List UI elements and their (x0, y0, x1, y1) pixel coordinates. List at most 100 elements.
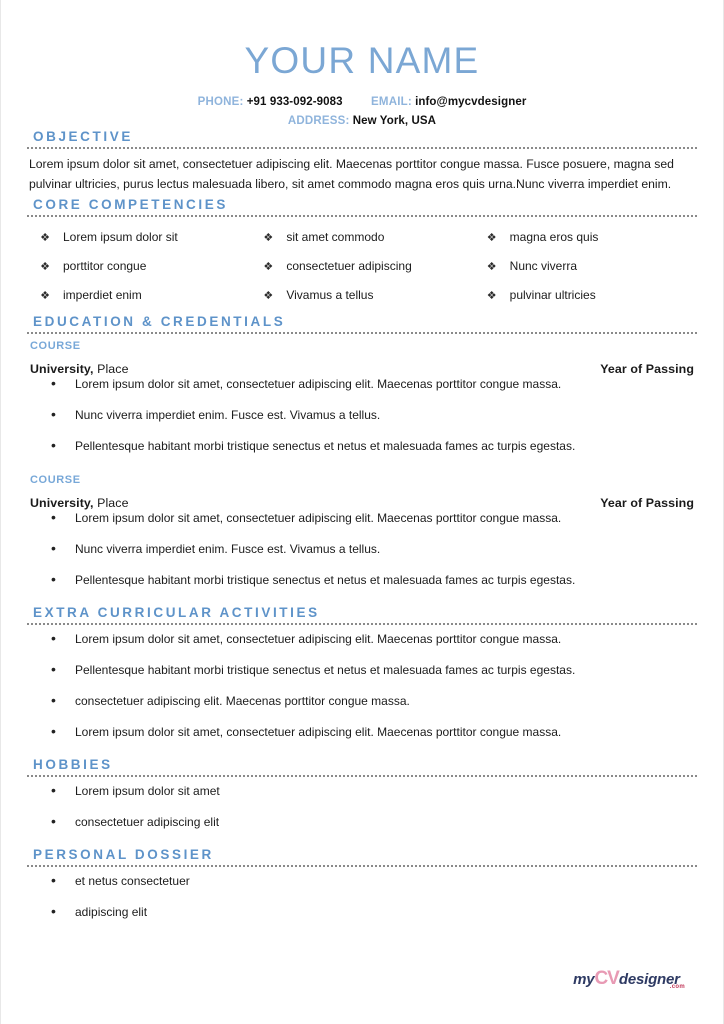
university-name: University, Place (30, 362, 129, 376)
section-divider (27, 864, 697, 867)
page-title: YOUR NAME (244, 40, 480, 81)
list-item: • Nunc viverra imperdiet enim. Fusce est.… (27, 407, 697, 438)
round-bullet-icon: • (51, 660, 56, 677)
list-item-label: Lorem ipsum dolor sit amet, consectetuer… (75, 724, 562, 739)
round-bullet-icon: • (51, 405, 56, 422)
round-bullet-icon: • (51, 508, 56, 525)
personal-dossier-bullet-list: • et netus consectetuer • adipiscing elit (27, 873, 697, 935)
diamond-bullet-icon: ❖ (486, 289, 497, 302)
round-bullet-icon: • (51, 902, 56, 919)
round-bullet-icon: • (51, 539, 56, 556)
section-divider (27, 331, 697, 334)
university-row: University, Place Year of Passing (30, 362, 694, 376)
competency-label: magna eros quis (509, 229, 599, 244)
round-bullet-icon: • (51, 812, 56, 829)
diamond-bullet-icon: ❖ (263, 289, 274, 302)
list-item: • Lorem ipsum dolor sit amet, consectetue… (27, 510, 697, 541)
competency-label: consectetuer adipiscing (286, 258, 412, 273)
round-bullet-icon: • (51, 629, 56, 646)
list-item: ❖ imperdiet enim (27, 281, 250, 310)
list-item: ❖ sit amet commodo (250, 223, 473, 252)
section-extra-curricular: EXTRA CURRICULAR ACTIVITIES • Lorem ipsum… (27, 605, 697, 755)
phone-value[interactable]: +91 933-092-9083 (247, 96, 343, 108)
list-item-label: adipiscing elit (75, 904, 148, 919)
education-bullet-list: • Lorem ipsum dolor sit amet, consectetue… (27, 510, 697, 603)
list-item: ❖ pulvinar ultricies (474, 281, 697, 310)
list-item-label: Lorem ipsum dolor sit amet (75, 783, 220, 798)
year-of-passing: Year of Passing (600, 495, 694, 510)
mycvdesigner-logo[interactable]: myCVdesigner.com (573, 969, 695, 990)
list-item: ❖ porttitor congue (27, 252, 250, 281)
resume-page: YOUR NAME PHONE: +91 933-092-9083 EMAIL:… (0, 0, 724, 1024)
section-core-competencies: CORE COMPETENCIES ❖ Lorem ipsum dolor sit… (27, 197, 697, 310)
list-item: • Lorem ipsum dolor sit amet, consectetue… (27, 631, 697, 662)
round-bullet-icon: • (51, 570, 56, 587)
university-row: University, Place Year of Passing (30, 496, 694, 510)
list-item: ❖ Lorem ipsum dolor sit (27, 223, 250, 252)
list-item-label: consectetuer adipiscing elit. Maecenas p… (75, 693, 410, 708)
competency-label: imperdiet enim (63, 287, 142, 302)
course-label: COURSE (30, 473, 81, 486)
section-divider (27, 147, 697, 150)
list-item: • consectetuer adipiscing elit (27, 814, 697, 845)
list-item-label: Pellentesque habitant morbi tristique se… (75, 662, 576, 677)
list-item-label: et netus consectetuer (75, 873, 190, 888)
list-item-label: Lorem ipsum dolor sit amet, consectetuer… (75, 376, 562, 391)
list-item: • Pellentesque habitant morbi tristique s… (27, 662, 697, 693)
list-item-label: Lorem ipsum dolor sit amet, consectetuer… (75, 510, 562, 525)
university-bold: University, (30, 361, 94, 376)
diamond-bullet-icon: ❖ (486, 260, 497, 273)
competency-label: Vivamus a tellus (286, 287, 374, 302)
section-education: EDUCATION & CREDENTIALS COURSE Universit… (27, 314, 697, 603)
section-objective: OBJECTIVE Lorem ipsum dolor sit amet, co… (27, 129, 697, 195)
round-bullet-icon: • (51, 691, 56, 708)
list-item: • Pellentesque habitant morbi tristique s… (27, 438, 697, 469)
competency-label: Nunc viverra (509, 258, 578, 273)
list-item: • consectetuer adipiscing elit. Maecenas … (27, 693, 697, 724)
section-heading-hobbies: HOBBIES (33, 756, 113, 772)
university-name: University, Place (30, 496, 129, 510)
list-item: • Lorem ipsum dolor sit amet, consectetue… (27, 376, 697, 407)
hobbies-bullet-list: • Lorem ipsum dolor sit amet • consectetue… (27, 783, 697, 845)
list-item: ❖ Nunc viverra (474, 252, 697, 281)
section-personal-dossier: PERSONAL DOSSIER • et netus consectetuer … (27, 847, 697, 935)
list-item: • adipiscing elit (27, 904, 697, 935)
round-bullet-icon: • (51, 374, 56, 391)
objective-body: Lorem ipsum dolor sit amet, consectetuer… (29, 157, 674, 191)
section-heading-education: EDUCATION & CREDENTIALS (33, 313, 286, 329)
round-bullet-icon: • (51, 722, 56, 739)
email-value[interactable]: info@mycvdesigner (415, 96, 526, 108)
diamond-bullet-icon: ❖ (40, 260, 50, 273)
email-label: EMAIL: (371, 96, 412, 108)
contact-line-address: ADDRESS: New York, USA (27, 115, 697, 127)
address-value: New York, USA (352, 115, 437, 128)
section-heading-extra-curricular: EXTRA CURRICULAR ACTIVITIES (33, 604, 320, 620)
competency-label: pulvinar ultricies (509, 287, 596, 302)
list-item: ❖ magna eros quis (474, 223, 697, 252)
section-heading-core-competencies: CORE COMPETENCIES (33, 196, 228, 212)
logo-text-dotcom: .com (669, 984, 685, 990)
list-item-label: Pellentesque habitant morbi tristique se… (75, 438, 576, 453)
round-bullet-icon: • (51, 436, 56, 453)
section-divider (27, 774, 697, 777)
list-item: ❖ Vivamus a tellus (250, 281, 473, 310)
list-item-label: consectetuer adipiscing elit (75, 814, 220, 829)
extra-curricular-bullet-list: • Lorem ipsum dolor sit amet, consectetue… (27, 631, 697, 755)
education-entry: COURSE University, Place Year of Passing… (27, 340, 697, 469)
diamond-bullet-icon: ❖ (40, 231, 50, 244)
competency-label: porttitor congue (63, 258, 147, 273)
address-label: ADDRESS: (287, 115, 350, 128)
round-bullet-icon: • (51, 871, 56, 888)
course-label: COURSE (30, 339, 81, 352)
year-of-passing: Year of Passing (600, 361, 694, 376)
contact-line-primary: PHONE: +91 933-092-9083 EMAIL: info@mycv… (27, 96, 697, 108)
section-divider (27, 622, 697, 625)
competency-grid: ❖ Lorem ipsum dolor sit ❖ sit amet commodo… (27, 223, 697, 310)
section-divider (27, 214, 697, 217)
section-hobbies: HOBBIES • Lorem ipsum dolor sit amet • con… (27, 757, 697, 845)
list-item-label: Pellentesque habitant morbi tristique se… (75, 572, 576, 587)
list-item-label: Nunc viverra imperdiet enim. Fusce est. … (75, 407, 381, 422)
education-entry: COURSE University, Place Year of Passing… (27, 474, 697, 603)
university-place: Place (93, 361, 129, 376)
list-item: • et netus consectetuer (27, 873, 697, 904)
